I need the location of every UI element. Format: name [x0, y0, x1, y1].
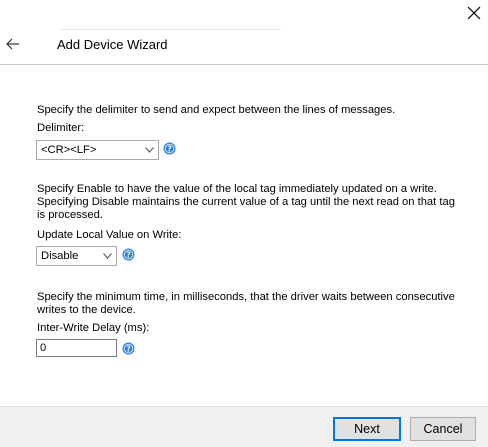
delimiter-description: Specify the delimiter to send and expect… [37, 104, 396, 116]
chevron-down-icon [145, 147, 154, 153]
inter-write-input[interactable]: 0 [36, 339, 117, 357]
delimiter-label: Delimiter: [37, 122, 85, 134]
header-top-line [60, 29, 281, 30]
wizard-title: Add Device Wizard [57, 37, 168, 52]
inter-write-input-value: 0 [40, 342, 47, 354]
update-local-description: Specify Enable to have the value of the … [37, 183, 455, 221]
delimiter-help-icon[interactable]: ? [163, 142, 176, 155]
update-local-label: Update Local Value on Write: [37, 229, 182, 241]
delimiter-select[interactable]: <CR><LF> [36, 140, 159, 160]
svg-text:?: ? [126, 250, 130, 259]
svg-text:?: ? [126, 344, 130, 353]
svg-text:?: ? [167, 144, 171, 153]
chevron-down-icon [103, 253, 112, 259]
cancel-button[interactable]: Cancel [410, 417, 476, 441]
inter-write-help-icon[interactable]: ? [122, 342, 135, 355]
header-divider [0, 64, 488, 65]
update-local-select[interactable]: Disable [36, 246, 117, 266]
update-local-help-icon[interactable]: ? [122, 248, 135, 261]
inter-write-description: Specify the minimum time, in millisecond… [37, 291, 455, 316]
close-icon[interactable] [464, 3, 484, 23]
inter-write-label: Inter-Write Delay (ms): [37, 322, 150, 334]
delimiter-select-value: <CR><LF> [41, 144, 97, 156]
update-local-select-value: Disable [41, 250, 79, 262]
footer-bar: Next Cancel [0, 406, 488, 447]
next-button[interactable]: Next [333, 417, 401, 441]
back-arrow-icon[interactable] [5, 36, 21, 52]
